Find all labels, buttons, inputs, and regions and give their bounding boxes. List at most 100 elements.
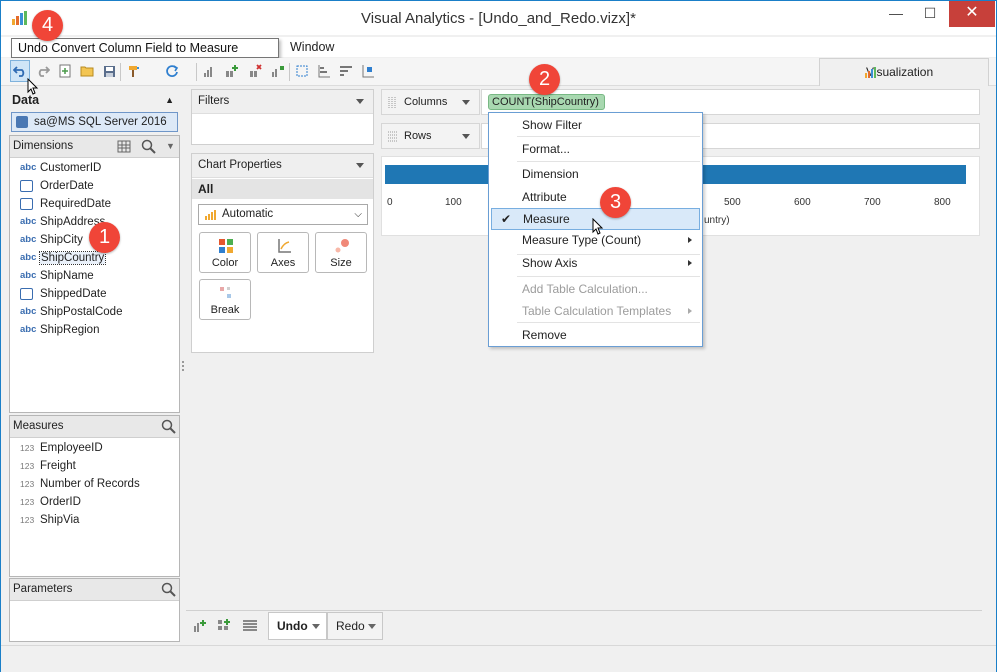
splitter-handle[interactable]: [182, 361, 184, 371]
grid-chart-icon[interactable]: [269, 62, 287, 80]
chevron-down-icon[interactable]: [312, 624, 320, 629]
minimize-button[interactable]: —: [881, 1, 911, 27]
chevron-down-icon[interactable]: [462, 100, 470, 105]
new-icon[interactable]: [56, 62, 74, 80]
callout-2: 2: [529, 64, 560, 95]
dimension-item[interactable]: abc ShipName: [10, 267, 179, 285]
chevron-down-icon[interactable]: [356, 99, 364, 104]
chart-icon[interactable]: [201, 62, 219, 80]
dimension-item[interactable]: abc ShipCountry: [10, 249, 179, 267]
tab-visualization[interactable]: Visualization: [819, 58, 989, 86]
rows-icon: [388, 131, 398, 142]
sheet-tab-redo[interactable]: Redo: [327, 612, 383, 640]
tree-icon[interactable]: [359, 62, 377, 80]
save-icon[interactable]: [100, 62, 118, 80]
axis-tick: 800: [934, 197, 951, 208]
menu-item-label: Remove: [522, 328, 567, 342]
add-sheet-icon[interactable]: [193, 619, 207, 633]
measure-item[interactable]: 123 ShipVia: [10, 511, 179, 529]
status-bar: [1, 645, 996, 672]
sort-arrows-icon[interactable]: ▲: [165, 90, 174, 110]
measure-item[interactable]: 123 OrderID: [10, 493, 179, 511]
search-icon[interactable]: [161, 419, 176, 434]
chart-type-select[interactable]: Automatic ⌵: [198, 204, 368, 225]
chart-properties-panel: Chart Properties All Automatic ⌵ Color A…: [191, 153, 374, 353]
break-icon: [220, 287, 231, 298]
measure-label: ShipVia: [40, 514, 80, 526]
date-icon: [20, 180, 33, 192]
menu-item[interactable]: Attribute: [489, 186, 702, 208]
refresh-icon[interactable]: [163, 62, 181, 80]
paint-icon[interactable]: [125, 62, 143, 80]
select-icon[interactable]: [293, 62, 311, 80]
visualization-icon: [865, 67, 876, 78]
dimension-label: ShippedDate: [40, 288, 107, 300]
chevron-down-icon[interactable]: ▼: [166, 136, 175, 157]
break-card[interactable]: Break: [199, 279, 251, 320]
axis-tick: 100: [445, 197, 462, 208]
color-card[interactable]: Color: [199, 232, 251, 273]
measures-heading: Measures: [10, 416, 179, 438]
chevron-down-icon[interactable]: [368, 624, 376, 629]
add-chart-icon[interactable]: [223, 62, 241, 80]
dimensions-heading: Dimensions ▼: [10, 136, 179, 158]
menu-item-label: Format...: [522, 142, 571, 156]
menu-window[interactable]: Window: [290, 40, 334, 54]
menu-item[interactable]: Dimension: [489, 163, 702, 185]
window-title: Visual Analytics - [Undo_and_Redo.vizx]*: [361, 10, 636, 27]
dimension-item[interactable]: abc ShipPostalCode: [10, 303, 179, 321]
measure-label: EmployeeID: [40, 442, 103, 454]
menu-separator: [517, 161, 700, 162]
axis-tick: 500: [724, 197, 741, 208]
string-type-icon: abc: [20, 324, 37, 335]
size-icon: [335, 239, 349, 253]
rows-shelf-label: Rows: [381, 123, 480, 149]
axis-title: untry): [704, 215, 730, 226]
dimension-label: CustomerID: [40, 162, 102, 174]
sheet-tab-undo[interactable]: Undo: [268, 612, 327, 640]
measures-list: 123 EmployeeID 123 Freight 123 Number of Reco…: [10, 438, 179, 529]
menu-item-label: Add Table Calculation...: [522, 282, 648, 296]
delete-chart-icon[interactable]: [247, 62, 265, 80]
dimension-item[interactable]: OrderDate: [10, 177, 179, 195]
axis-tick: 600: [794, 197, 811, 208]
all-tab[interactable]: All: [192, 179, 373, 199]
search-icon[interactable]: [161, 582, 176, 597]
bar-icon[interactable]: [315, 62, 333, 80]
chevron-right-icon: [688, 237, 692, 243]
list-icon[interactable]: [243, 620, 257, 632]
axes-card[interactable]: Axes: [257, 232, 309, 273]
dimension-item[interactable]: abc CustomerID: [10, 159, 179, 177]
measure-item[interactable]: 123 EmployeeID: [10, 439, 179, 457]
menu-item[interactable]: Remove: [489, 324, 702, 346]
sort-icon[interactable]: [337, 62, 355, 80]
open-icon[interactable]: [78, 62, 96, 80]
menu-item[interactable]: Format...: [489, 138, 702, 160]
maximize-button[interactable]: ☐: [915, 1, 945, 27]
menu-item: Add Table Calculation...: [489, 278, 702, 300]
connection-selector[interactable]: sa@MS SQL Server 2016 ...: [11, 112, 178, 146]
table-view-icon[interactable]: [117, 140, 131, 153]
menu-item[interactable]: Show Filter: [489, 114, 702, 136]
size-card[interactable]: Size: [315, 232, 367, 273]
search-icon[interactable]: [141, 139, 156, 154]
measure-item[interactable]: 123 Number of Records: [10, 475, 179, 493]
dimension-item[interactable]: abc ShipRegion: [10, 321, 179, 339]
parameters-heading: Parameters: [10, 579, 179, 601]
measure-item[interactable]: 123 Freight: [10, 457, 179, 475]
string-type-icon: abc: [20, 252, 37, 263]
callout-4: 4: [32, 10, 63, 41]
close-button[interactable]: ✕: [949, 1, 995, 27]
add-dashboard-icon[interactable]: [217, 619, 231, 633]
number-type-icon: 123: [20, 461, 35, 471]
dimension-item[interactable]: ShippedDate: [10, 285, 179, 303]
filters-heading: Filters: [192, 90, 373, 114]
menu-item[interactable]: Show Axis: [489, 252, 702, 274]
menu-separator: [517, 276, 700, 277]
database-icon: [16, 116, 28, 128]
chevron-down-icon[interactable]: [462, 134, 470, 139]
string-type-icon: abc: [20, 270, 37, 281]
columns-pill[interactable]: COUNT(ShipCountry): [488, 94, 605, 110]
chevron-down-icon[interactable]: [356, 163, 364, 168]
dimension-item[interactable]: RequiredDate: [10, 195, 179, 213]
